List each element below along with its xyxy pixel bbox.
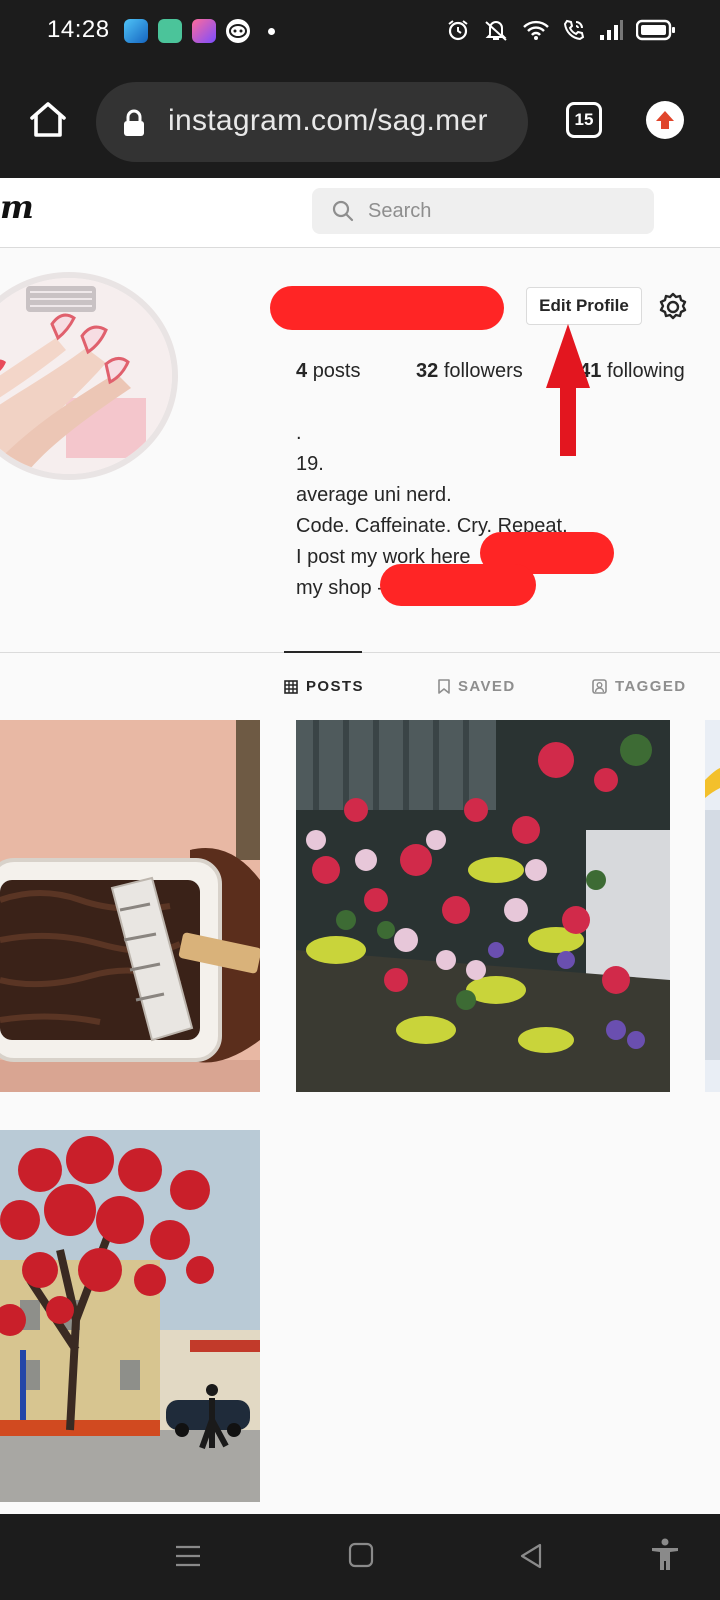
app-icon-gradient <box>192 19 216 43</box>
browser-home-button[interactable] <box>26 98 70 142</box>
post-thumbnail[interactable] <box>296 720 670 1092</box>
username-redacted <box>270 286 504 330</box>
bio-line: average uni nerd. <box>296 484 452 506</box>
bio-line: . <box>296 422 302 444</box>
posts-stat: 4 posts <box>296 360 361 383</box>
tag-person-icon <box>592 679 607 694</box>
upload-arrow-icon <box>656 111 674 129</box>
home-square-icon[interactable] <box>348 1542 374 1568</box>
shop-link-redacted <box>380 564 536 606</box>
mute-icon <box>485 21 507 41</box>
app-icon-chat <box>226 19 250 43</box>
android-navigation-bar <box>0 1514 720 1600</box>
active-tab-indicator <box>284 651 362 653</box>
wifi-icon <box>523 20 549 40</box>
browser-toolbar: instagram.com/sag.mer 15 <box>0 64 720 178</box>
home-icon <box>30 102 66 137</box>
notification-icons <box>124 19 275 43</box>
followers-stat[interactable]: 32 followers <box>416 360 523 383</box>
tab-posts[interactable]: POSTS <box>284 678 364 695</box>
annotation-arrow <box>546 324 590 456</box>
partial-photo <box>705 720 720 1092</box>
post-thumbnail[interactable] <box>0 720 260 1092</box>
more-notifications-dot <box>268 27 275 35</box>
bio-line: 19. <box>296 453 324 475</box>
followers-label: followers <box>443 360 523 382</box>
status-bar: 14:28 <box>0 0 720 64</box>
wifi-call-icon <box>563 19 585 41</box>
post-thumbnail[interactable] <box>0 1130 260 1502</box>
status-time: 14:28 <box>47 16 110 43</box>
screen: 14:28 instagram.com/sag.mer 15 m Search … <box>0 0 720 1600</box>
accessibility-icon[interactable] <box>650 1538 680 1572</box>
posts-count: 4 <box>296 360 308 382</box>
url-text: instagram.com/sag.mer <box>168 104 488 137</box>
instagram-header: m <box>0 178 720 248</box>
settings-gear-icon[interactable] <box>658 292 688 322</box>
search-icon <box>332 200 354 222</box>
followers-count: 32 <box>416 360 439 382</box>
app-icon-green <box>158 19 182 43</box>
tab-tagged[interactable]: TAGGED <box>592 678 686 695</box>
instagram-logo[interactable]: m <box>0 188 34 226</box>
edit-profile-button[interactable]: Edit Profile <box>526 287 642 325</box>
grid-icon <box>284 679 298 694</box>
alarm-icon <box>448 20 468 41</box>
back-triangle-icon[interactable] <box>518 1542 544 1570</box>
profile-avatar[interactable] <box>0 272 178 480</box>
tab-posts-label: POSTS <box>306 678 364 695</box>
signal-icon <box>600 20 623 40</box>
app-icon-blue <box>124 19 148 43</box>
system-icons <box>446 18 676 42</box>
red-tree-photo <box>0 1130 260 1502</box>
search-input[interactable] <box>368 188 638 234</box>
address-bar[interactable]: instagram.com/sag.mer <box>96 82 528 162</box>
recent-apps-icon[interactable] <box>174 1542 202 1570</box>
browser-update-button[interactable] <box>646 101 684 139</box>
tab-saved-label: SAVED <box>458 678 516 695</box>
following-label: following <box>606 360 685 382</box>
posts-label: posts <box>312 360 361 382</box>
tab-switcher-button[interactable]: 15 <box>566 102 602 138</box>
post-thumbnail-partial[interactable] <box>705 720 720 1092</box>
brownie-photo <box>0 720 260 1092</box>
battery-icon <box>636 19 675 41</box>
tab-saved[interactable]: SAVED <box>438 678 516 695</box>
avatar-nails-photo <box>0 278 172 474</box>
search-box[interactable] <box>312 188 654 234</box>
lock-icon <box>124 109 144 136</box>
flowers-photo <box>296 720 670 1092</box>
tab-tagged-label: TAGGED <box>615 678 687 695</box>
bookmark-icon <box>438 679 450 694</box>
tab-count: 15 <box>574 110 594 129</box>
